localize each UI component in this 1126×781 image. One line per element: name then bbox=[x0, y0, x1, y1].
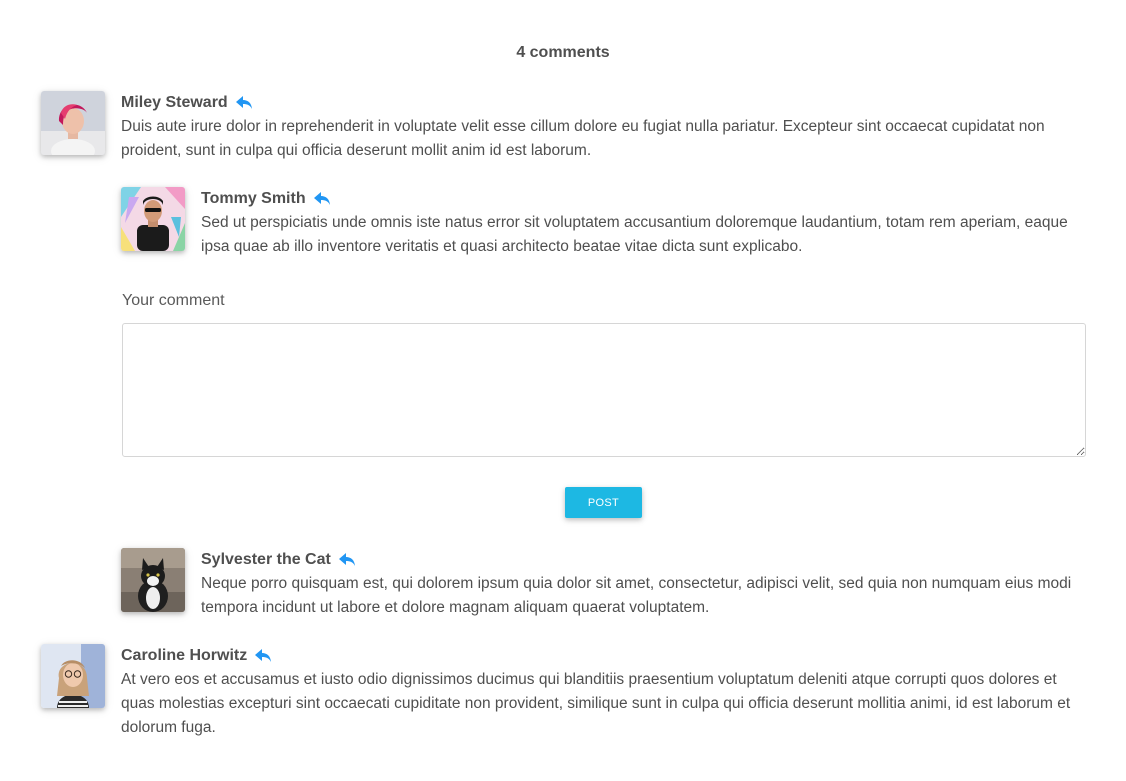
post-button[interactable]: POST bbox=[565, 487, 642, 518]
reply-icon[interactable] bbox=[235, 96, 253, 110]
comment-author: Tommy Smith bbox=[201, 190, 306, 207]
comment-text: Sed ut perspiciatis unde omnis iste natu… bbox=[201, 214, 1068, 255]
avatar bbox=[41, 91, 105, 155]
comment-item: Caroline Horwitz At vero eos et accusamu… bbox=[41, 644, 1086, 740]
comments-section: 4 comments Miley Steward Duis aute irure… bbox=[0, 0, 1126, 781]
comment-form-label: Your comment bbox=[122, 292, 225, 309]
comment-text: Neque porro quisquam est, qui dolorem ip… bbox=[201, 575, 1072, 616]
avatar bbox=[121, 548, 185, 612]
comment-text: At vero eos et accusamus et iusto odio d… bbox=[121, 671, 1071, 736]
reply-icon[interactable] bbox=[255, 649, 272, 663]
reply-icon[interactable] bbox=[313, 192, 331, 206]
comments-count-title: 4 comments bbox=[516, 44, 610, 61]
comment-author: Miley Steward bbox=[121, 94, 228, 111]
comment-textarea[interactable] bbox=[122, 323, 1086, 457]
reply-icon[interactable] bbox=[338, 553, 356, 567]
comment-author: Sylvester the Cat bbox=[201, 551, 331, 568]
comment-item: Miley Steward Duis aute irure dolor in r… bbox=[41, 91, 1086, 163]
comment-item: Tommy Smith Sed ut perspiciatis unde omn… bbox=[121, 187, 1086, 259]
avatar bbox=[121, 187, 185, 251]
comment-text: Duis aute irure dolor in reprehenderit i… bbox=[121, 118, 1045, 159]
avatar bbox=[41, 644, 105, 708]
comment-author: Caroline Horwitz bbox=[121, 647, 248, 664]
comment-item: Sylvester the Cat Neque porro quisquam e… bbox=[121, 548, 1086, 620]
